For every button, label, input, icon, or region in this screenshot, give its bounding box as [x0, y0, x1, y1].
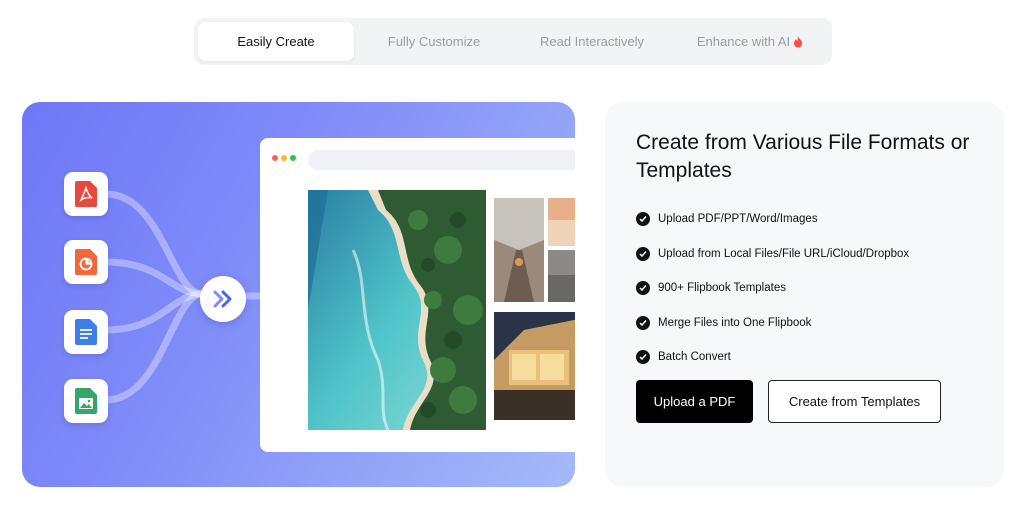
tab-read-interactively[interactable]: Read Interactively: [514, 22, 670, 61]
maximize-dot: [290, 155, 296, 161]
browser-window-mockup: [260, 138, 575, 452]
feature-item: Upload PDF/PPT/Word/Images: [636, 202, 909, 237]
ppt-file-icon: [64, 240, 108, 284]
tab-label: Enhance with AI: [696, 34, 791, 49]
card-title: Create from Various File Formats or Temp…: [636, 131, 970, 182]
tab-label: Easily Create: [237, 34, 315, 49]
word-file-icon: [64, 310, 108, 354]
feature-label: 900+ Flipbook Templates: [658, 282, 786, 295]
feature-label: Upload from Local Files/File URL/iCloud/…: [658, 247, 910, 260]
minimize-dot: [281, 155, 287, 161]
hero-illustration: [22, 102, 575, 487]
create-from-templates-button[interactable]: Create from Templates: [768, 380, 941, 423]
feature-item: 900+ Flipbook Templates: [636, 271, 909, 306]
feature-tab-bar: Easily Create Fully Customize Read Inter…: [194, 18, 832, 65]
double-chevron-right-icon: [213, 290, 232, 308]
tab-fully-customize[interactable]: Fully Customize: [356, 22, 512, 61]
tab-easily-create[interactable]: Easily Create: [198, 22, 354, 61]
feature-card: Create from Various File Formats or Temp…: [605, 102, 1004, 487]
tab-enhance-with-ai[interactable]: Enhance with AI: [672, 22, 828, 61]
check-icon: [636, 350, 650, 365]
tab-label: Read Interactively: [539, 34, 645, 49]
check-icon: [636, 315, 650, 330]
tab-label: Fully Customize: [387, 34, 481, 49]
feature-item: Upload from Local Files/File URL/iCloud/…: [636, 237, 909, 272]
window-controls: [272, 155, 296, 161]
aerial-beach-photo: [308, 190, 486, 430]
feature-label: Upload PDF/PPT/Word/Images: [658, 213, 818, 226]
pdf-file-icon: [64, 172, 108, 216]
flame-icon: [794, 35, 803, 47]
feature-item: Merge Files into One Flipbook: [636, 306, 909, 341]
feature-label: Batch Convert: [658, 351, 731, 364]
convert-arrow-button: [200, 276, 246, 322]
check-icon: [636, 246, 650, 261]
feature-item: Batch Convert: [636, 340, 909, 375]
feature-list: Upload PDF/PPT/Word/Images Upload from L…: [636, 202, 909, 375]
close-dot: [272, 155, 278, 161]
travel-photo-collage: [494, 190, 575, 430]
image-file-icon: [64, 379, 108, 423]
upload-pdf-button[interactable]: Upload a PDF: [636, 380, 753, 423]
check-icon: [636, 212, 650, 227]
feature-label: Merge Files into One Flipbook: [658, 316, 812, 329]
check-icon: [636, 281, 650, 296]
address-bar: [308, 150, 575, 170]
